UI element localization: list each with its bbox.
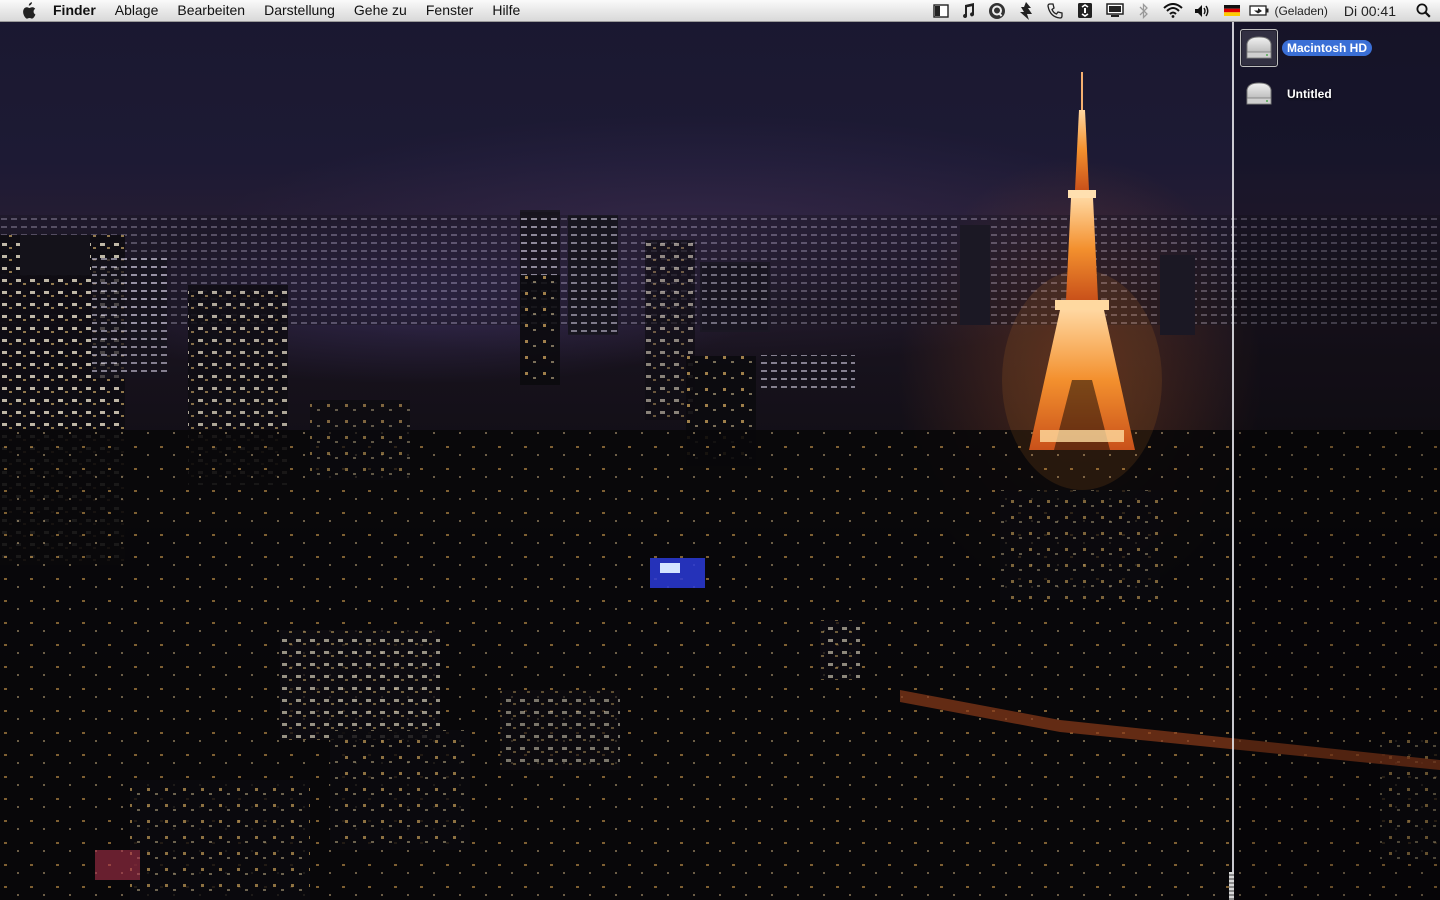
drive-label[interactable]: Macintosh HD <box>1282 40 1373 56</box>
menu-gehe-zu[interactable]: Gehe zu <box>344 0 416 21</box>
menu-darstellung[interactable]: Darstellung <box>255 0 345 21</box>
bluetooth-icon[interactable] <box>1130 0 1158 21</box>
display-icon[interactable] <box>1100 0 1130 21</box>
battery-icon[interactable] <box>1248 0 1270 21</box>
timemachine-icon[interactable] <box>1070 0 1100 21</box>
sidebar-toggle-icon[interactable] <box>928 0 954 21</box>
drive-macintosh-hd[interactable]: Macintosh HD <box>1240 29 1373 67</box>
menu-app-finder[interactable]: Finder <box>53 0 105 21</box>
german-flag-icon[interactable] <box>1216 0 1248 21</box>
menu-ablage[interactable]: Ablage <box>105 0 168 21</box>
hard-drive-icon[interactable] <box>1240 29 1278 67</box>
drive-label[interactable]: Untitled <box>1282 86 1337 102</box>
menu-hilfe[interactable]: Hilfe <box>483 0 530 21</box>
menu-bar: Finder Ablage Bearbeiten Darstellung Geh… <box>0 0 1440 22</box>
apple-logo-icon[interactable] <box>19 1 37 20</box>
menubar-clock[interactable]: Di 00:41 <box>1334 0 1406 21</box>
battery-status-text[interactable]: (Geladen) <box>1274 4 1327 18</box>
wifi-icon[interactable] <box>1158 0 1188 21</box>
hard-drive-icon[interactable] <box>1240 75 1278 113</box>
desktop-items-panel <box>1233 22 1440 900</box>
spotlight-search-icon[interactable] <box>1406 0 1440 21</box>
growl-icon[interactable] <box>1012 0 1040 21</box>
drive-untitled[interactable]: Untitled <box>1240 75 1337 113</box>
phone-icon[interactable] <box>1040 0 1070 21</box>
divider-drag-handle[interactable] <box>1229 872 1234 900</box>
music-note-icon[interactable] <box>954 0 982 21</box>
city-skyline-image <box>0 72 1440 900</box>
menu-bearbeiten[interactable]: Bearbeiten <box>168 0 255 21</box>
quicksilver-icon[interactable] <box>982 0 1012 21</box>
volume-icon[interactable] <box>1188 0 1216 21</box>
menu-fenster[interactable]: Fenster <box>416 0 482 21</box>
panel-divider[interactable] <box>1232 22 1234 900</box>
desktop-wallpaper <box>0 0 1440 900</box>
